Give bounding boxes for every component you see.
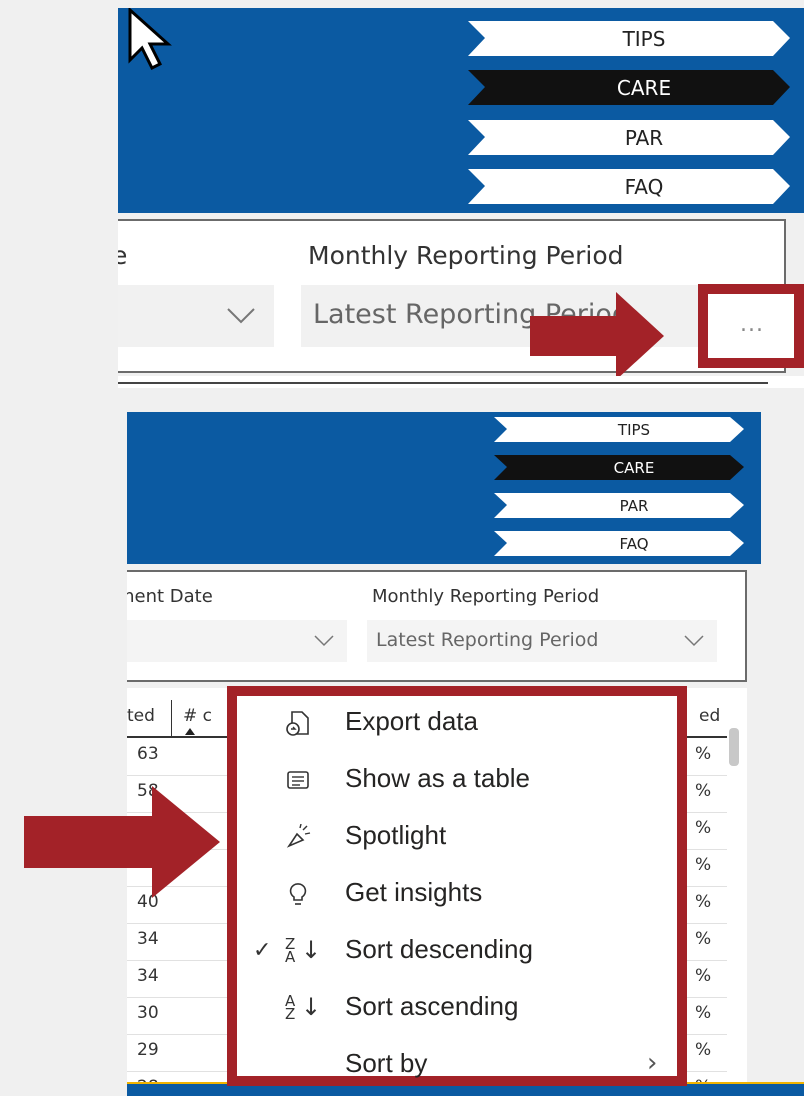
- slicer-dropdown-reporting-period[interactable]: Latest Reporting Period: [367, 620, 717, 662]
- nav-button-care[interactable]: CARE: [468, 70, 790, 105]
- menu-item-sort-descending[interactable]: ✓ ZA ↓ Sort descending: [237, 924, 677, 981]
- menu-item-sort-by[interactable]: Sort by ›: [237, 1038, 677, 1095]
- slicer-title-left: e: [118, 241, 128, 270]
- sort-indicator-icon: [185, 728, 195, 735]
- cell-percent: %: [695, 892, 712, 912]
- menu-item-sort-ascending[interactable]: AZ ↓ Sort ascending: [237, 981, 677, 1038]
- menu-item-spotlight[interactable]: Spotlight: [237, 810, 677, 867]
- chevron-right-icon: ›: [647, 1048, 658, 1078]
- cell-percent: %: [695, 1040, 712, 1060]
- more-options-button[interactable]: ...: [740, 312, 764, 337]
- nav-label: PAR: [619, 496, 649, 515]
- menu-item-get-insights[interactable]: Get insights: [237, 867, 677, 924]
- chevron-down-icon: [314, 635, 334, 647]
- nav-label: PAR: [624, 125, 664, 150]
- menu-item-export-data[interactable]: Export data: [237, 696, 677, 753]
- nav-label: FAQ: [619, 534, 649, 553]
- menu-item-label: Sort descending: [345, 934, 533, 964]
- nav-label: CARE: [613, 458, 655, 477]
- cell-percent: %: [695, 818, 712, 838]
- slicer-dropdown-left[interactable]: [127, 620, 347, 662]
- nav-button-par[interactable]: PAR: [468, 120, 790, 155]
- context-menu: Export data Show as a table Spotlight Ge…: [227, 686, 687, 1086]
- menu-item-label: Sort by: [345, 1048, 428, 1078]
- cell-count: 63: [137, 744, 159, 764]
- slicer-container: e Monthly Reporting Period Latest Report…: [118, 219, 786, 373]
- zoomed-report-header: TIPS CARE PAR FAQ e Monthly Reporting Pe…: [118, 8, 804, 388]
- cell-count: 34: [137, 929, 159, 949]
- cell-count: 34: [137, 966, 159, 986]
- slicer-dropdown-left[interactable]: [118, 285, 274, 347]
- scrollbar[interactable]: [729, 728, 739, 766]
- nav-button-faq[interactable]: FAQ: [494, 531, 744, 556]
- cell-percent: %: [695, 781, 712, 801]
- export-icon: [285, 710, 311, 736]
- chevron-down-icon: [227, 308, 255, 324]
- slicer-title-left: ment Date: [127, 586, 213, 607]
- menu-item-show-as-table[interactable]: Show as a table: [237, 753, 677, 810]
- column-header[interactable]: ed: [699, 706, 720, 726]
- divider: [118, 382, 768, 384]
- nav-label: TIPS: [617, 420, 651, 439]
- menu-item-label: Spotlight: [345, 820, 447, 850]
- lightbulb-icon: [285, 881, 311, 907]
- slicer-title-reporting-period: Monthly Reporting Period: [372, 586, 600, 607]
- spotlight-icon: [285, 823, 311, 850]
- table-view-icon: [285, 767, 311, 793]
- menu-item-label: Show as a table: [345, 763, 531, 793]
- cell-count: 29: [137, 1040, 159, 1060]
- menu-item-label: Get insights: [345, 877, 483, 907]
- column-header[interactable]: # c: [183, 706, 212, 726]
- more-options-callout: ...: [698, 284, 804, 368]
- cell-percent: %: [695, 1003, 712, 1023]
- cell-count: 30: [137, 1003, 159, 1023]
- dropdown-value: Latest Reporting Period: [376, 629, 599, 651]
- checkmark-icon: ✓: [253, 938, 272, 963]
- slicer-container: ment Date Monthly Reporting Period Lates…: [127, 570, 747, 682]
- nav-button-faq[interactable]: FAQ: [468, 169, 790, 204]
- red-arrow-icon: [530, 292, 664, 380]
- menu-item-label: Sort ascending: [345, 991, 519, 1021]
- nav-button-tips[interactable]: TIPS: [494, 417, 744, 442]
- column-header[interactable]: ted: [127, 706, 155, 726]
- mouse-cursor-icon: [128, 8, 172, 70]
- chevron-down-icon: [684, 635, 704, 647]
- red-arrow-icon: [24, 786, 220, 898]
- nav-label: FAQ: [624, 174, 664, 199]
- nav-label: CARE: [616, 75, 672, 100]
- cell-percent: %: [695, 855, 712, 875]
- cell-percent: %: [695, 744, 712, 764]
- nav-button-care[interactable]: CARE: [494, 455, 744, 480]
- nav-button-tips[interactable]: TIPS: [468, 21, 790, 56]
- down-arrow-icon: ↓: [301, 936, 322, 964]
- slicer-title-reporting-period: Monthly Reporting Period: [308, 241, 624, 270]
- down-arrow-icon: ↓: [301, 993, 322, 1021]
- nav-button-par[interactable]: PAR: [494, 493, 744, 518]
- menu-item-label: Export data: [345, 706, 478, 736]
- nav-label: TIPS: [622, 26, 666, 51]
- cell-percent: %: [695, 929, 712, 949]
- cell-percent: %: [695, 966, 712, 986]
